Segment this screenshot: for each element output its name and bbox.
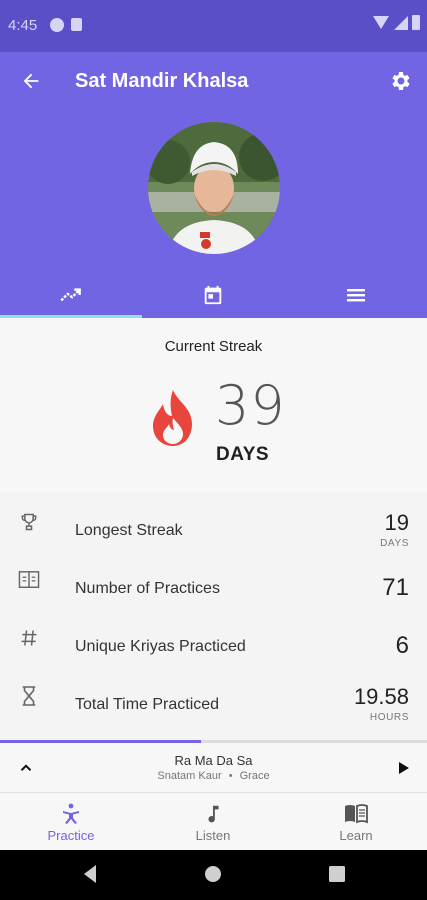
hourglass-icon xyxy=(22,686,36,706)
notification-sd-icon xyxy=(71,18,82,31)
stat-total-time: Total Time Practiced 19.58 HOURS xyxy=(0,668,427,726)
nav-practice[interactable]: Practice xyxy=(0,794,142,850)
status-bar: 4:45 xyxy=(0,0,427,52)
status-time: 4:45 xyxy=(8,17,38,34)
signal-icon xyxy=(394,16,408,30)
track-artist: Snatam Kaur xyxy=(157,770,222,782)
stat-value: 71 xyxy=(382,574,409,601)
stat-value: 19 xyxy=(384,510,409,535)
back-button[interactable] xyxy=(16,66,46,96)
stats-list: Longest Streak 19 DAYS Number of Practic… xyxy=(0,494,427,740)
book-icon xyxy=(345,804,368,824)
track-separator: • xyxy=(228,770,233,782)
gear-icon xyxy=(392,72,410,90)
stat-longest-streak: Longest Streak 19 DAYS xyxy=(0,494,427,552)
wifi-icon xyxy=(373,16,389,29)
current-streak-value: 39 xyxy=(215,374,286,437)
trending-up-icon xyxy=(60,288,81,302)
notification-app-icon xyxy=(50,18,64,32)
stat-value: 19.58 xyxy=(353,684,409,709)
arrow-back-icon xyxy=(23,73,39,89)
trophy-icon xyxy=(21,513,37,531)
system-back-icon[interactable] xyxy=(80,863,100,885)
system-home-icon[interactable] xyxy=(204,865,222,883)
player-progress-bar xyxy=(0,740,201,743)
current-streak-card: Current Streak 39 DAYS xyxy=(0,318,427,492)
page-title: Sat Mandir Khalsa xyxy=(75,70,249,92)
system-recents-icon[interactable] xyxy=(329,866,345,882)
profile-tabs xyxy=(0,272,427,318)
tab-calendar[interactable] xyxy=(142,272,284,318)
nav-learn[interactable]: Learn xyxy=(285,794,427,850)
track-subtitle: Snatam Kaur • Grace xyxy=(0,770,427,782)
stat-unit: HOURS xyxy=(369,712,409,723)
bottom-navigation: Practice Listen Learn xyxy=(0,794,427,850)
stat-label: Unique Kriyas Practiced xyxy=(75,638,246,655)
meditation-icon xyxy=(63,803,79,824)
track-album: Grace xyxy=(239,770,270,782)
stat-label: Total Time Practiced xyxy=(75,696,220,713)
nav-label: Learn xyxy=(339,828,373,843)
tab-progress[interactable] xyxy=(0,272,142,318)
stat-unit: DAYS xyxy=(380,538,409,549)
avatar[interactable] xyxy=(148,122,280,254)
stat-label: Number of Practices xyxy=(75,580,220,597)
nav-label: Practice xyxy=(47,828,95,843)
calendar-icon xyxy=(204,285,222,305)
nav-listen[interactable]: Listen xyxy=(142,794,284,850)
flame-icon xyxy=(153,390,192,446)
stat-number-of-practices: Number of Practices 71 xyxy=(0,552,427,610)
nav-label: Listen xyxy=(195,828,231,843)
battery-icon xyxy=(412,15,420,30)
music-note-icon xyxy=(208,805,219,823)
play-icon xyxy=(399,762,409,774)
system-navigation-bar xyxy=(0,850,427,900)
play-button[interactable] xyxy=(391,756,415,780)
hash-icon xyxy=(21,630,37,646)
stat-unique-kriyas: Unique Kriyas Practiced 6 xyxy=(0,610,427,668)
profile-photo xyxy=(148,122,280,254)
stat-value: 6 xyxy=(395,632,409,659)
settings-button[interactable] xyxy=(385,66,415,96)
profile-header: Sat Mandir Khalsa xyxy=(0,52,427,318)
tab-list[interactable] xyxy=(285,272,427,318)
book-counter-icon xyxy=(18,571,40,588)
list-icon xyxy=(347,289,365,302)
track-title: Ra Ma Da Sa xyxy=(174,753,253,768)
current-streak-unit: DAYS xyxy=(216,444,270,465)
mini-player[interactable]: Ra Ma Da Sa Snatam Kaur • Grace xyxy=(0,740,427,793)
stat-label: Longest Streak xyxy=(75,522,183,539)
current-streak-label: Current Streak xyxy=(164,338,263,355)
